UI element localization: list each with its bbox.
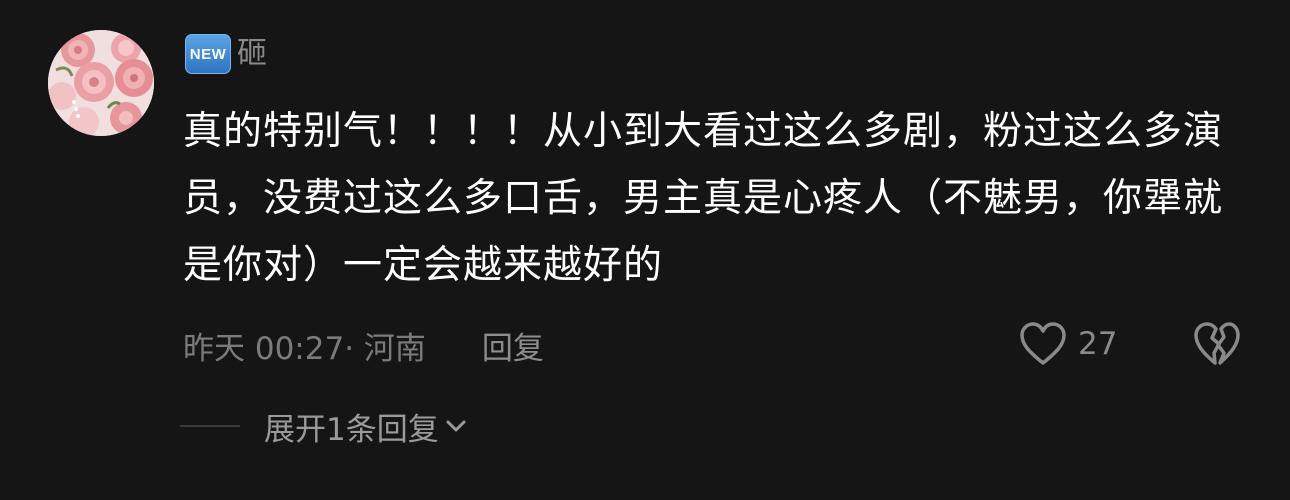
dislike-button[interactable] xyxy=(1192,320,1242,368)
like-count: 27 xyxy=(1078,326,1118,362)
expand-replies-button[interactable]: 展开1条回复 xyxy=(264,404,467,449)
heart-outline-icon xyxy=(1020,322,1066,365)
rose-avatar-icon xyxy=(48,30,154,136)
divider xyxy=(180,425,240,427)
author-row: NEW 砸 xyxy=(185,32,267,76)
comment-text: 真的特别气！！！！从小到大看过这么多剧，粉过这么多演员，没费过这么多口舌，男主真… xyxy=(183,109,1224,288)
comment-meta: 昨天 00:27· 河南 回复 xyxy=(183,320,544,370)
reply-button[interactable]: 回复 xyxy=(482,323,544,368)
comment-item: NEW 砸 真的特别气！！！！从小到大看过这么多剧，粉过这么多演员，没费过这么多… xyxy=(0,0,1290,500)
new-badge: NEW xyxy=(185,34,231,74)
expand-replies-label: 展开1条回复 xyxy=(264,411,439,448)
username[interactable]: 砸 xyxy=(237,32,267,76)
timestamp-location: 昨天 00:27· 河南 xyxy=(183,330,426,367)
expand-replies-row: 展开1条回复 xyxy=(180,400,467,452)
broken-heart-icon xyxy=(1194,322,1240,365)
avatar[interactable] xyxy=(48,30,154,136)
chevron-down-icon xyxy=(446,420,466,432)
like-button[interactable]: 27 xyxy=(1018,318,1117,370)
